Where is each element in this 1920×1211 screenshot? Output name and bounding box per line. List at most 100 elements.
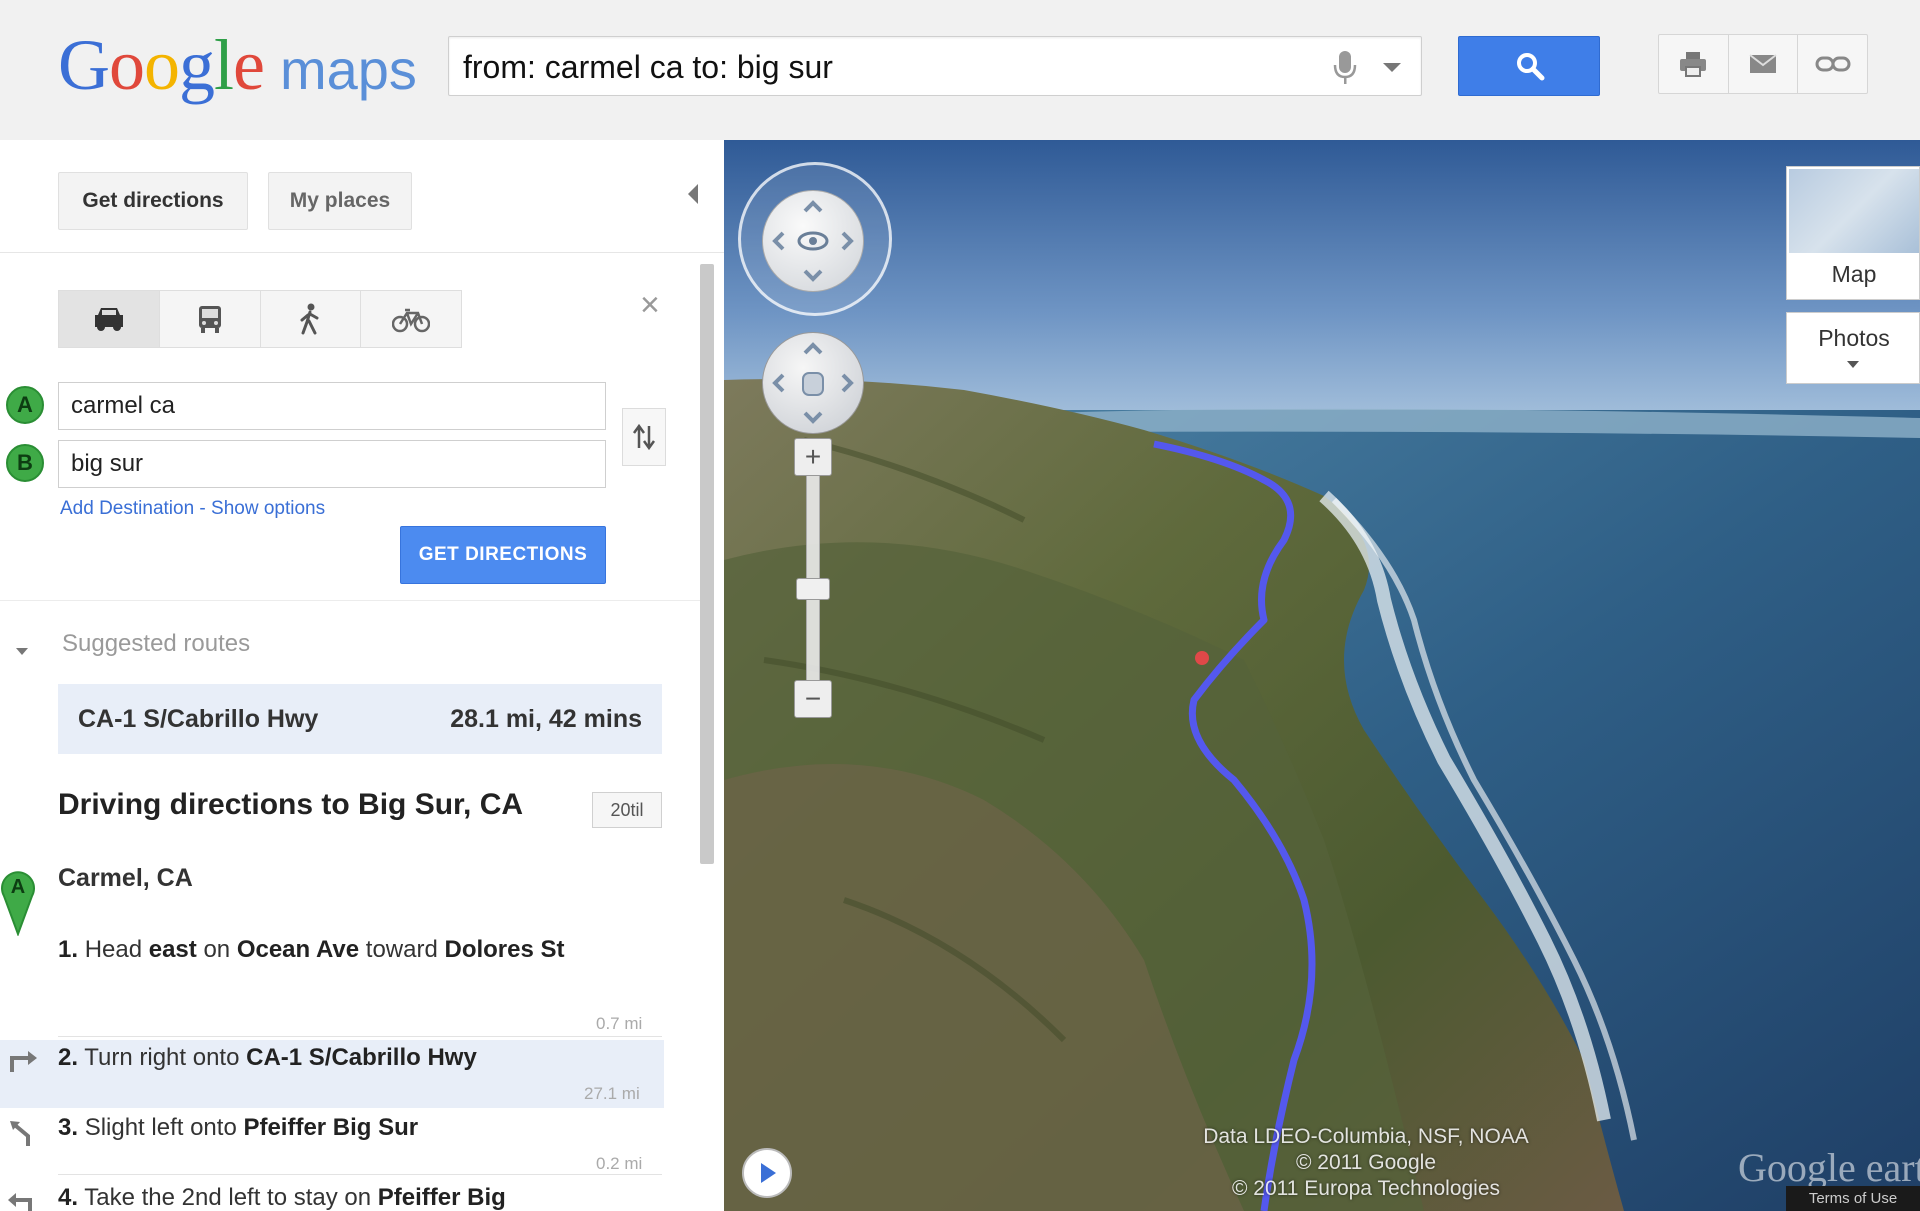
zoom-out-button[interactable]: −: [794, 680, 832, 718]
step-distance: 27.1 mi: [584, 1084, 640, 1103]
photos-layer-label: Photos: [1818, 325, 1890, 351]
show-options-link[interactable]: Show options: [211, 498, 325, 519]
mode-transit-button[interactable]: [160, 291, 261, 347]
swap-waypoints-button[interactable]: [622, 408, 666, 466]
eye-icon[interactable]: [762, 190, 864, 292]
turn-right-icon: [10, 1051, 37, 1072]
divider: [0, 252, 724, 253]
step-number: 4.: [58, 1184, 79, 1211]
car-icon: [94, 308, 123, 331]
chevron-down-icon[interactable]: [16, 648, 28, 655]
start-location: Carmel, CA: [58, 864, 193, 892]
step-text: Head: [84, 936, 149, 963]
transit-icon: [198, 306, 221, 333]
microphone-icon[interactable]: [1329, 47, 1361, 87]
play-tour-button[interactable]: [742, 1148, 792, 1198]
marker-a-pin-icon[interactable]: A: [0, 866, 36, 936]
logo-letter: l: [214, 25, 234, 105]
route-option[interactable]: CA-1 S/Cabrillo Hwy 28.1 mi, 42 mins: [58, 684, 662, 754]
divider: [0, 600, 700, 601]
step-text-bold: Dolores St: [444, 936, 565, 963]
slight-left-icon: [10, 1121, 30, 1146]
marker-a-icon[interactable]: A: [6, 386, 44, 424]
suggested-routes-heading: Suggested routes: [62, 630, 251, 657]
step-distance: 0.7 mi: [596, 1014, 643, 1033]
close-icon[interactable]: ×: [640, 288, 660, 322]
logo-letter: G: [58, 25, 110, 105]
email-icon: [1749, 54, 1777, 73]
divider: [58, 1174, 662, 1175]
link-icon: [1815, 56, 1851, 72]
photos-layer-button[interactable]: Photos: [1786, 312, 1920, 384]
mode-bicycle-button[interactable]: [361, 291, 461, 347]
logo-letter: e: [233, 25, 265, 105]
directions-panel: Get directions My places × A carmel ca B…: [0, 140, 724, 1211]
move-navigation-control[interactable]: [762, 332, 864, 434]
search-button[interactable]: [1458, 36, 1600, 96]
link-separator: -: [194, 498, 212, 519]
step-text: Turn right onto: [84, 1044, 247, 1071]
mode-walking-button[interactable]: [261, 291, 362, 347]
print-button[interactable]: [1659, 35, 1729, 93]
waypoint-options: Add Destination - Show options: [60, 498, 325, 520]
directions-title: Driving directions to Big Sur, CA: [58, 788, 524, 821]
top-bar: Google maps: [0, 0, 1920, 140]
email-button[interactable]: [1729, 35, 1799, 93]
panel-scrollbar[interactable]: [700, 264, 714, 864]
step-text: Take the 2nd left to stay on: [84, 1184, 378, 1211]
logo-letter: o: [109, 25, 145, 105]
logo-letter: g: [179, 25, 215, 105]
earth-map-view[interactable]: + − Map Photos Data LDEO-Columbia, NSF, …: [724, 140, 1920, 1211]
marker-b-icon[interactable]: B: [6, 444, 44, 482]
step-text: on: [196, 936, 237, 963]
step-text-bold: Ocean Ave: [236, 936, 360, 963]
direction-step[interactable]: 3. Slight left onto Pfeiffer Big Sur: [58, 1110, 598, 1146]
zoom-slider-track[interactable]: [806, 442, 820, 692]
logo-maps-word: maps: [279, 38, 417, 101]
attribution-line: Data LDEO-Columbia, NSF, NOAA: [1203, 1125, 1529, 1148]
terms-of-use-link[interactable]: Terms of Use: [1786, 1186, 1920, 1211]
route-name: CA-1 S/Cabrillo Hwy: [78, 704, 319, 733]
zoom-slider-handle[interactable]: [796, 578, 830, 600]
map-layer-button[interactable]: Map: [1786, 166, 1920, 300]
direction-step[interactable]: 1. Head east on Ocean Ave toward Dolores…: [58, 932, 598, 968]
step-text: toward: [359, 936, 445, 963]
search-box: [448, 36, 1422, 96]
chevron-down-icon: [1847, 361, 1859, 368]
step-text: Slight left onto: [84, 1114, 244, 1141]
zoom-in-button[interactable]: +: [794, 438, 832, 476]
play-icon: [761, 1163, 776, 1183]
step-distance: 0.2 mi: [596, 1154, 643, 1173]
step-number: 1.: [58, 936, 79, 963]
hand-icon: [772, 342, 854, 424]
attribution-line: © 2011 Europa Technologies: [1231, 1177, 1501, 1200]
look-arrows-icon: [772, 200, 854, 282]
my-places-tab[interactable]: My places: [268, 172, 412, 230]
google-maps-logo[interactable]: Google maps: [58, 24, 417, 105]
collapse-panel-icon[interactable]: [688, 184, 698, 204]
chevron-down-icon[interactable]: [1377, 47, 1407, 87]
marker-a-letter: A: [11, 876, 25, 898]
mode-driving-button[interactable]: [59, 291, 160, 347]
link-button[interactable]: [1798, 35, 1867, 93]
add-destination-link[interactable]: Add Destination: [60, 498, 194, 519]
divider: [58, 1036, 662, 1037]
map-layer-label: Map: [1831, 261, 1877, 287]
direction-step[interactable]: 4. Take the 2nd left to stay on Pfeiffer…: [58, 1180, 598, 1211]
step-text-bold: east: [148, 936, 197, 963]
toolbar-group: [1658, 34, 1868, 94]
direction-step[interactable]: 2. Turn right onto CA-1 S/Cabrillo Hwy: [58, 1040, 598, 1076]
origin-input[interactable]: [58, 382, 606, 430]
get-directions-button[interactable]: GET DIRECTIONS: [400, 526, 606, 584]
step-text-bold: Pfeiffer Big Sur: [243, 1114, 419, 1141]
bike-icon: [392, 308, 431, 333]
step-number: 2.: [58, 1044, 79, 1071]
get-directions-tab[interactable]: Get directions: [58, 172, 248, 230]
route-summary: 28.1 mi, 42 mins: [450, 704, 642, 733]
search-input[interactable]: [463, 45, 1323, 89]
directions-badge[interactable]: 20til: [592, 792, 662, 828]
destination-input[interactable]: [58, 440, 606, 488]
map-attribution: Data LDEO-Columbia, NSF, NOAA © 2011 Goo…: [1136, 1124, 1596, 1202]
keep-left-icon: [8, 1193, 32, 1211]
travel-mode-selector: [58, 290, 462, 348]
